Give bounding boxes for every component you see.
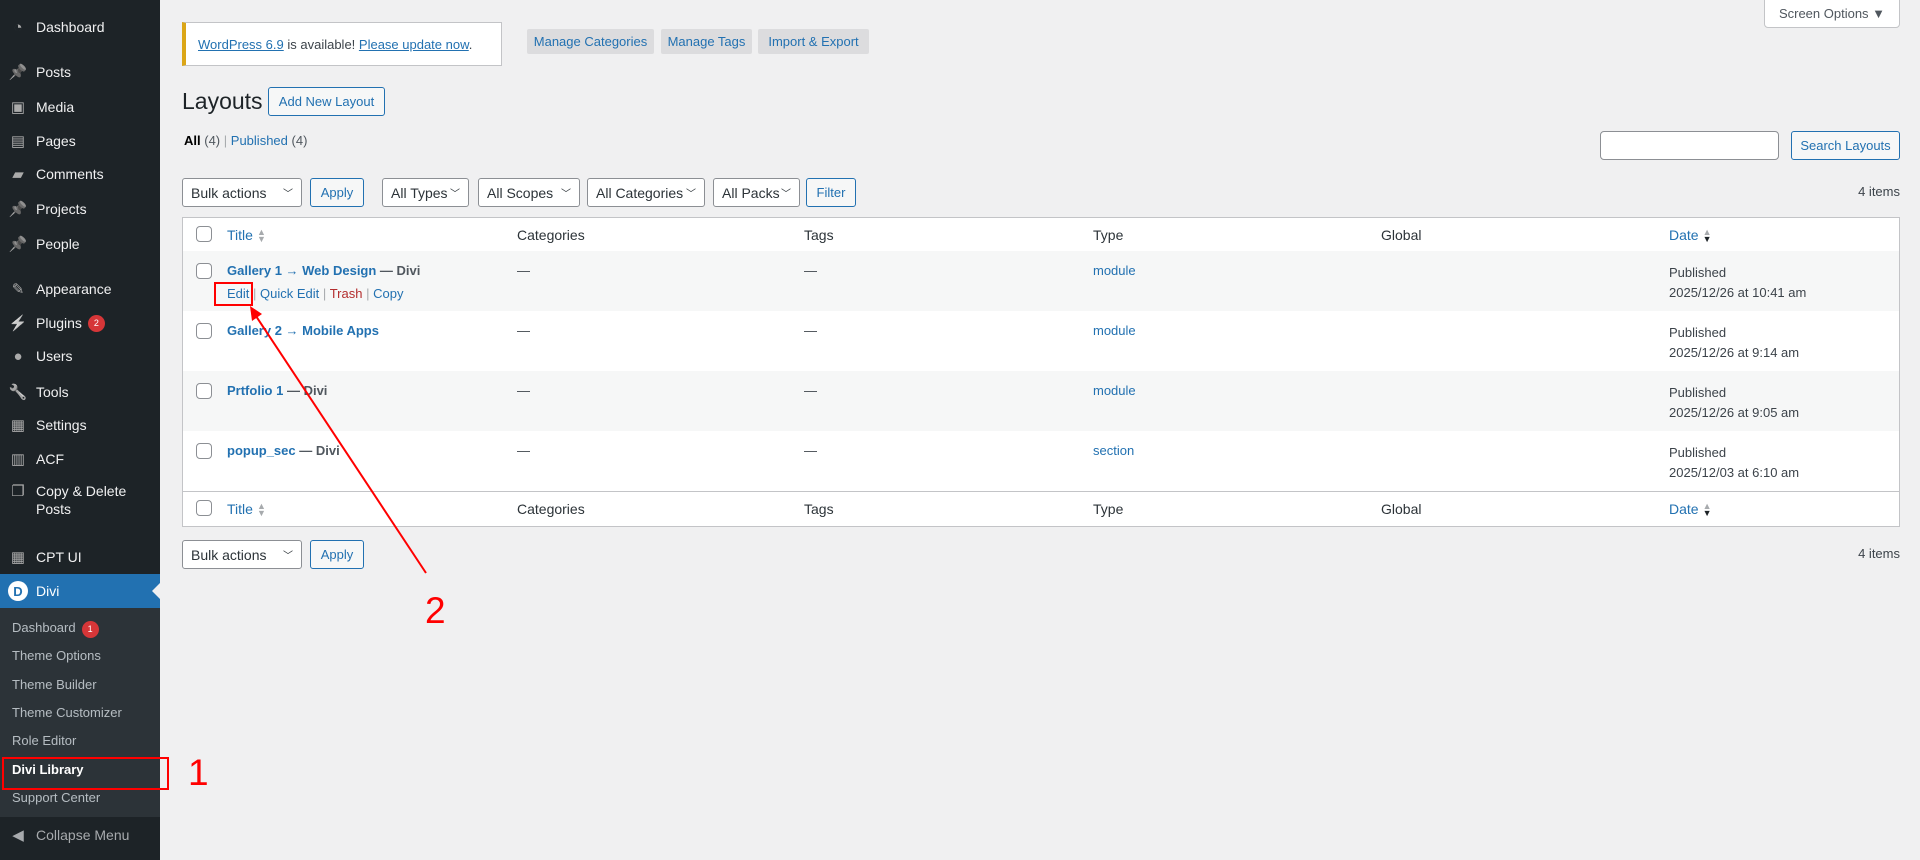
annotation-step-2: 2 [425, 590, 446, 631]
annotation-arrow [250, 306, 427, 574]
annotation-step-1: 1 [188, 752, 209, 793]
